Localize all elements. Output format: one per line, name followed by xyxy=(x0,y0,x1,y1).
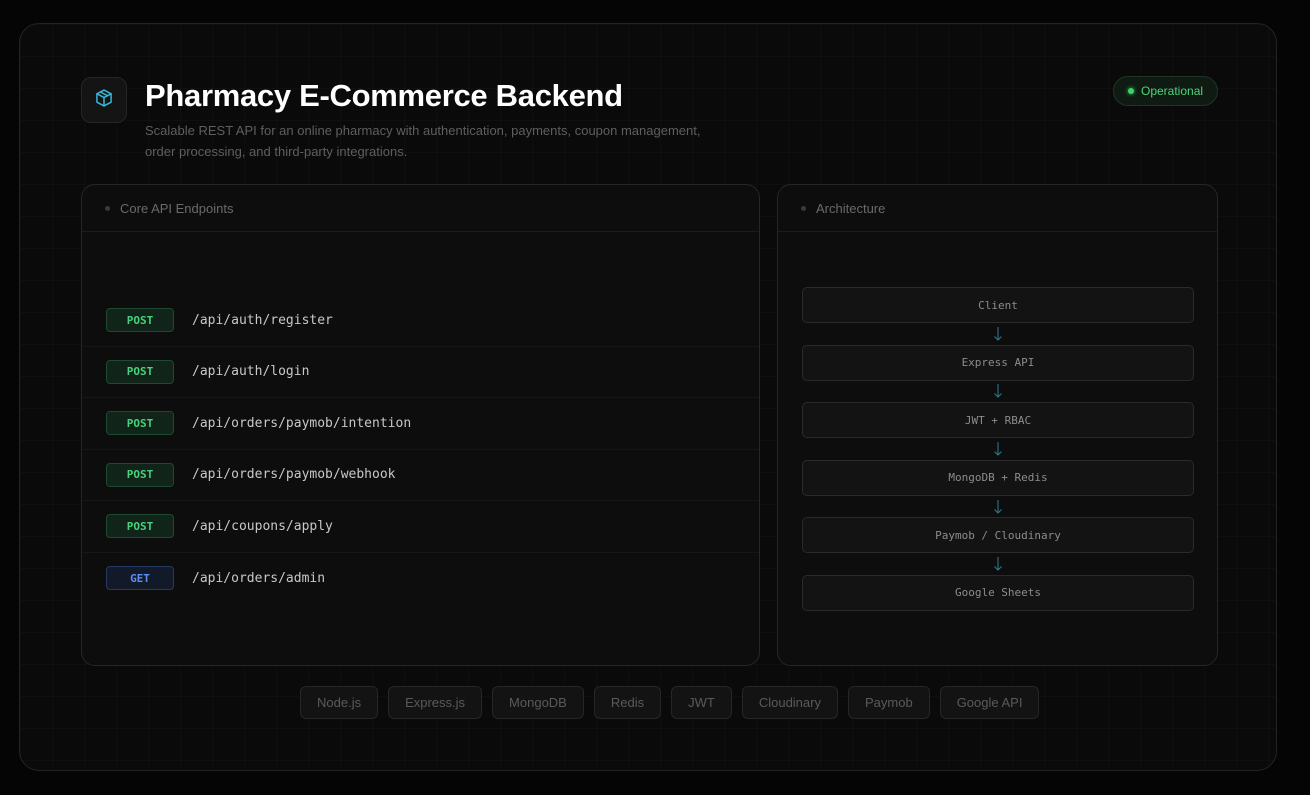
status-indicator-dot xyxy=(1128,88,1134,94)
tech-chip-cloudinary: Cloudinary xyxy=(741,686,838,719)
project-card: Pharmacy E-Commerce Backend Scalable RES… xyxy=(19,23,1277,771)
page-title: Pharmacy E-Commerce Backend xyxy=(145,78,623,113)
endpoint-row[interactable]: POST /api/auth/login xyxy=(82,347,759,398)
method-badge: POST xyxy=(106,359,174,384)
architecture-diagram: Client Express API JWT + RBAC MongoDB + … xyxy=(802,287,1194,611)
method-badge: POST xyxy=(106,514,174,539)
endpoint-row[interactable]: POST /api/orders/paymob/webhook xyxy=(82,450,759,501)
tech-chip-nodejs: Node.js xyxy=(300,686,379,719)
method-badge: POST xyxy=(106,411,174,436)
endpoint-row[interactable]: POST /api/orders/paymob/intention xyxy=(82,398,759,450)
endpoint-path: /api/orders/paymob/intention xyxy=(192,415,412,431)
arrow-down-icon xyxy=(802,323,1194,345)
arch-node-jwt-rbac: JWT + RBAC xyxy=(802,402,1194,439)
arch-node-mongodb-redis: MongoDB + Redis xyxy=(802,459,1194,496)
architecture-panel-title: Architecture xyxy=(816,200,886,216)
endpoints-panel: Core API Endpoints POST /api/auth/regist… xyxy=(81,184,760,666)
tech-chip-paymob: Paymob xyxy=(847,686,930,719)
arch-node-client: Client xyxy=(802,287,1194,323)
panel-dot xyxy=(105,205,110,211)
tech-chip-redis: Redis xyxy=(593,686,662,719)
tech-chip-expressjs: Express.js xyxy=(388,686,483,719)
arch-node-express-api: Express API xyxy=(802,344,1194,381)
arrow-down-icon xyxy=(802,496,1194,518)
cube-icon xyxy=(94,88,114,113)
endpoints-panel-title: Core API Endpoints xyxy=(120,200,234,216)
panel-dot xyxy=(801,205,806,211)
arrow-down-icon xyxy=(802,553,1194,575)
arch-node-paymob-cloudinary: Paymob / Cloudinary xyxy=(802,517,1194,554)
endpoint-list: POST /api/auth/register POST /api/auth/l… xyxy=(82,295,759,604)
endpoint-path: /api/orders/admin xyxy=(192,570,326,586)
project-logo xyxy=(81,77,127,123)
arrow-down-icon xyxy=(802,381,1194,403)
endpoint-path: /api/orders/paymob/webhook xyxy=(192,467,396,483)
endpoint-row[interactable]: POST /api/auth/register xyxy=(82,295,759,347)
endpoint-path: /api/coupons/apply xyxy=(192,518,333,534)
endpoint-path: /api/auth/login xyxy=(192,364,310,380)
architecture-panel-header: Architecture xyxy=(778,185,1217,232)
page-subtitle: Scalable REST API for an online pharmacy… xyxy=(145,123,701,159)
endpoint-path: /api/auth/register xyxy=(192,312,333,328)
method-badge: GET xyxy=(106,566,174,591)
tech-chip-jwt: JWT xyxy=(671,686,732,719)
arrow-down-icon xyxy=(802,438,1194,460)
endpoint-row[interactable]: GET /api/orders/admin xyxy=(82,553,759,605)
status-label: Operational xyxy=(1141,84,1204,98)
arch-node-google-sheets: Google Sheets xyxy=(802,574,1194,611)
tech-stack: Node.js Express.js MongoDB Redis JWT Clo… xyxy=(300,686,1040,719)
tech-chip-mongodb: MongoDB xyxy=(492,686,584,719)
status-badge: Operational xyxy=(1113,76,1219,106)
method-badge: POST xyxy=(106,308,174,333)
endpoints-panel-header: Core API Endpoints xyxy=(82,185,759,232)
endpoint-row[interactable]: POST /api/coupons/apply xyxy=(82,501,759,553)
method-badge: POST xyxy=(106,462,174,487)
architecture-panel: Architecture Client Express API JWT + RB… xyxy=(777,184,1218,666)
tech-chip-google-api: Google API xyxy=(939,686,1040,719)
